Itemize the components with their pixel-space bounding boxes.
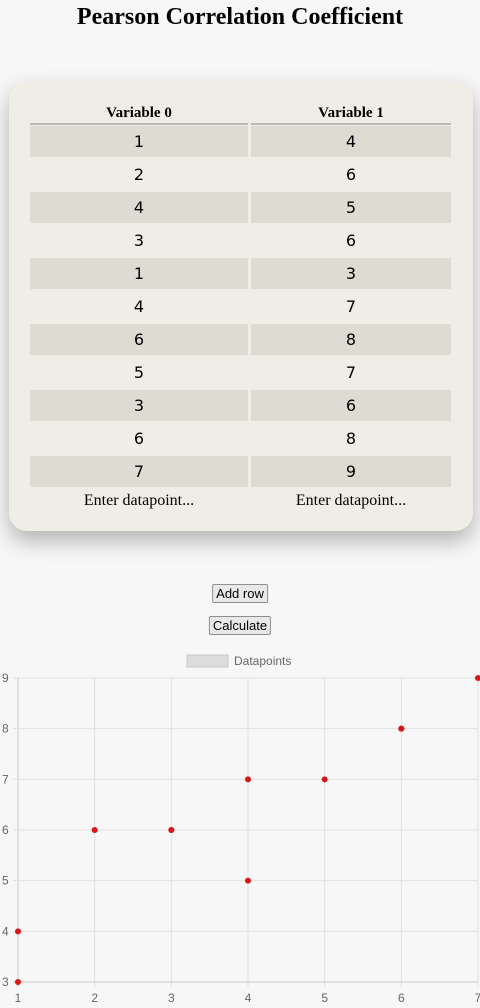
variable-1-cell[interactable]: 6 [251, 225, 451, 256]
variable-0-cell[interactable]: 7 [30, 456, 248, 487]
y-tick-label: 6 [2, 823, 9, 837]
data-point[interactable] [245, 776, 251, 783]
table-row: 57 [30, 357, 451, 390]
variable-1-input[interactable] [251, 489, 451, 513]
y-tick-label: 3 [2, 975, 9, 989]
legend-label[interactable]: Datapoints [234, 654, 291, 668]
page-title: Pearson Correlation Coefficient [76, 4, 404, 30]
variable-1-cell[interactable]: 7 [251, 357, 451, 388]
data-table-card: Variable 0 Variable 1 142645361347685736… [9, 81, 473, 531]
scatter-chart: Datapoints 1 2 3 4 5 6 7 9 8 7 6 5 4 3 [0, 650, 480, 1008]
column-header-variable-1: Variable 1 [251, 103, 451, 125]
x-tick-label: 6 [398, 991, 405, 1005]
column-header-variable-0: Variable 0 [30, 103, 248, 125]
data-point[interactable] [15, 979, 21, 985]
data-point[interactable] [168, 827, 175, 833]
variable-1-cell[interactable]: 3 [251, 258, 451, 289]
y-tick-label: 8 [2, 722, 9, 736]
calculate-button[interactable]: Calculate [208, 616, 272, 635]
variable-1-cell[interactable]: 4 [251, 126, 451, 157]
table-row: 36 [30, 225, 451, 258]
x-tick-label: 3 [168, 991, 175, 1005]
table-row: 45 [30, 192, 451, 225]
y-tick-label: 7 [2, 772, 9, 786]
variable-0-cell[interactable]: 4 [30, 291, 248, 322]
variable-1-cell[interactable]: 8 [251, 423, 451, 454]
variable-0-cell[interactable]: 6 [30, 324, 248, 355]
table-row: 68 [30, 423, 451, 456]
variable-1-cell[interactable]: 9 [251, 456, 451, 487]
scatter-chart-svg: Datapoints 1 2 3 4 5 6 7 9 8 7 6 5 4 3 [2, 654, 480, 1005]
table-row: 14 [30, 126, 451, 159]
data-point[interactable] [475, 675, 480, 681]
data-point[interactable] [398, 725, 405, 732]
variable-1-cell[interactable]: 7 [251, 291, 451, 322]
data-point[interactable] [245, 877, 251, 884]
table-row: 26 [30, 159, 451, 192]
table-row: 13 [30, 258, 451, 291]
variable-0-cell[interactable]: 5 [30, 357, 248, 388]
x-tick-label: 5 [321, 991, 328, 1005]
legend-swatch[interactable] [186, 654, 229, 668]
variable-0-cell[interactable]: 1 [30, 126, 248, 157]
variable-0-cell[interactable]: 3 [30, 390, 248, 421]
x-tick-label: 7 [475, 991, 480, 1005]
table-body: 1426453613476857366879 [30, 126, 451, 489]
x-tick-label: 4 [245, 991, 252, 1005]
variable-1-cell[interactable]: 6 [251, 390, 451, 421]
table-row: 68 [30, 324, 451, 357]
table-row: 47 [30, 291, 451, 324]
data-point[interactable] [15, 928, 21, 935]
variable-0-cell[interactable]: 4 [30, 192, 248, 223]
variable-0-cell[interactable]: 1 [30, 258, 248, 289]
new-datapoint-row [30, 489, 451, 513]
table-row: 79 [30, 456, 451, 489]
variable-0-cell[interactable]: 6 [30, 423, 248, 454]
variable-1-cell[interactable]: 8 [251, 324, 451, 355]
variable-0-cell[interactable]: 2 [30, 159, 248, 190]
variable-0-input[interactable] [30, 489, 248, 513]
data-point[interactable] [321, 776, 328, 783]
variable-0-cell[interactable]: 3 [30, 225, 248, 256]
x-tick-label: 2 [91, 991, 98, 1005]
y-tick-label: 5 [2, 874, 9, 888]
variable-1-cell[interactable]: 6 [251, 159, 451, 190]
data-point[interactable] [91, 827, 98, 833]
table-row: 36 [30, 390, 451, 423]
x-tick-label: 1 [15, 991, 22, 1005]
table-header: Variable 0 Variable 1 [30, 103, 451, 125]
add-row-button[interactable]: Add row [212, 584, 268, 603]
y-tick-label: 4 [2, 924, 9, 938]
y-tick-label: 9 [2, 671, 9, 685]
variable-1-cell[interactable]: 5 [251, 192, 451, 223]
